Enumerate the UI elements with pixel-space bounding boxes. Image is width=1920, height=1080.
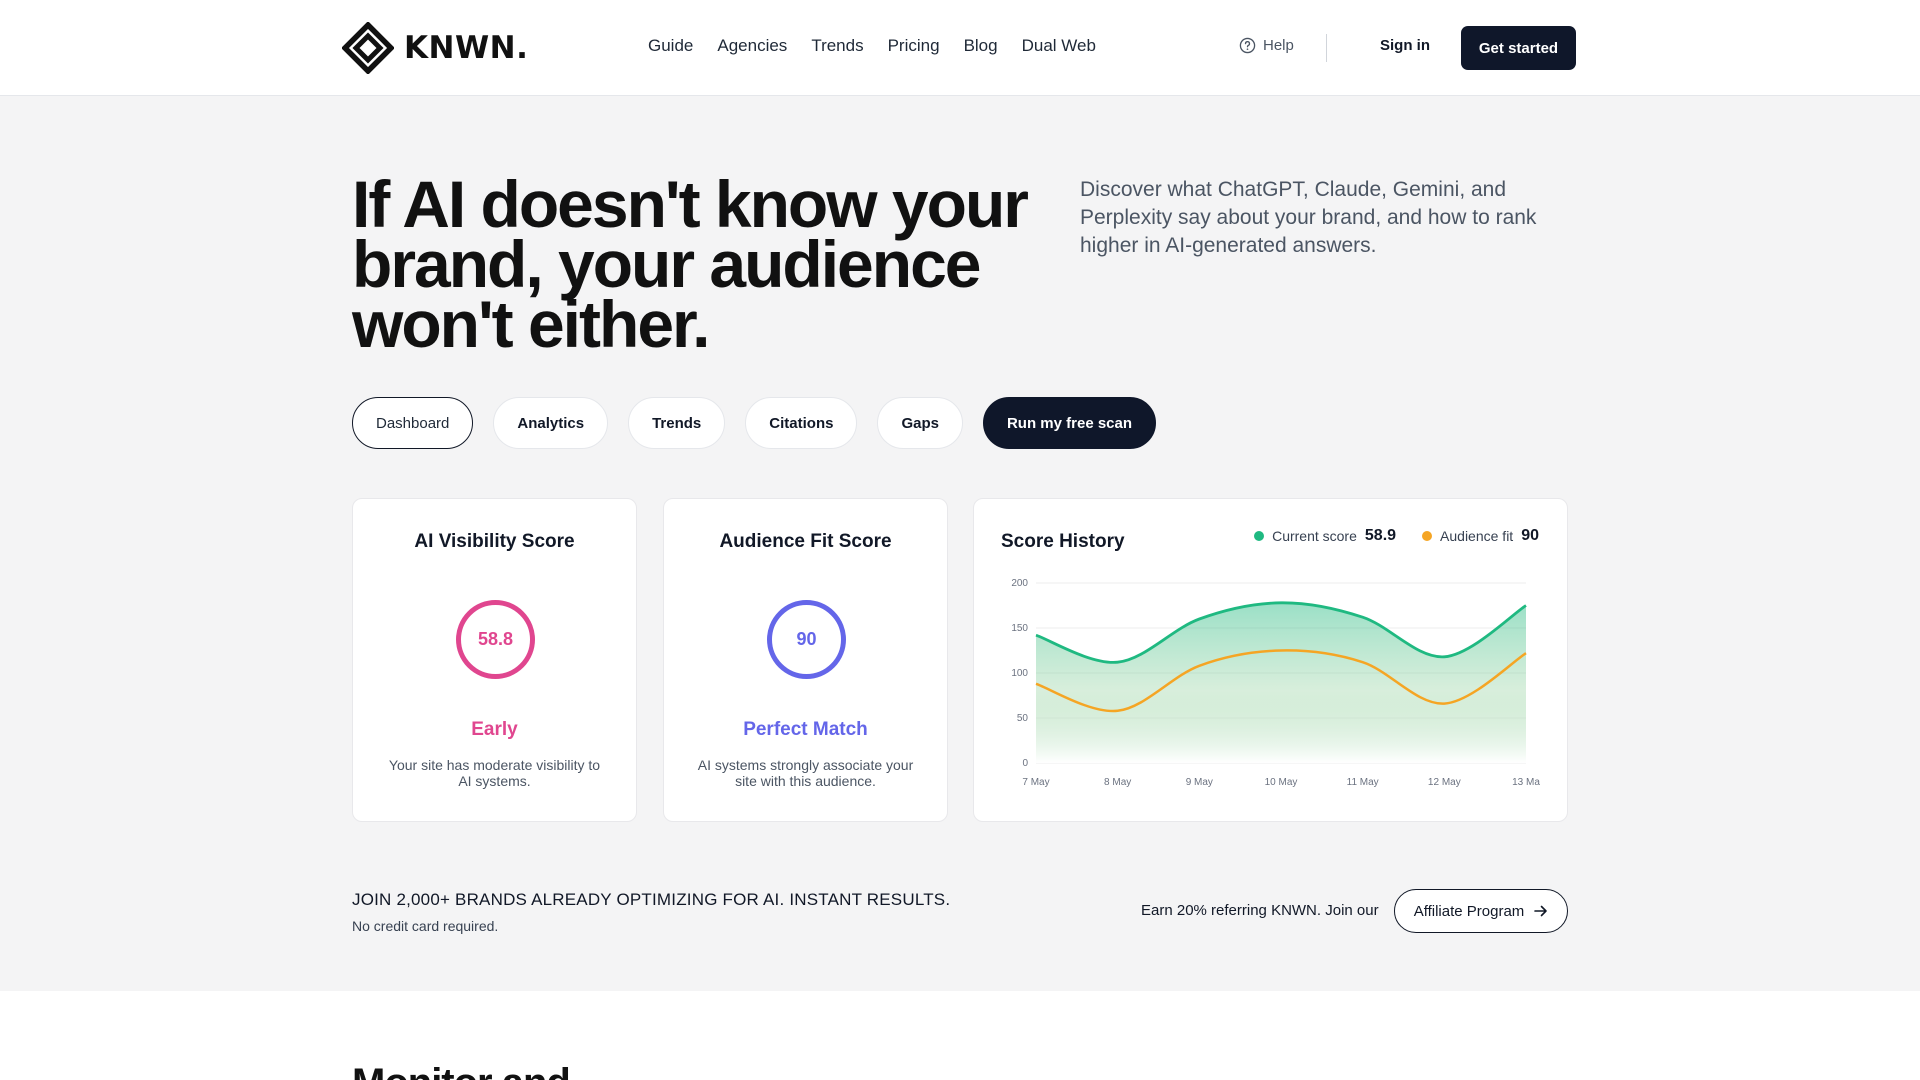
ai-visibility-title: AI Visibility Score <box>414 531 575 552</box>
tab-gaps[interactable]: Gaps <box>877 397 963 449</box>
nav-trends[interactable]: Trends <box>811 36 863 56</box>
join-subtext: No credit card required. <box>352 918 499 934</box>
nav-pricing[interactable]: Pricing <box>888 36 940 56</box>
help-label: Help <box>1263 37 1294 54</box>
get-started-button[interactable]: Get started <box>1461 26 1576 70</box>
site-header: KNWN. Guide Agencies Trends Pricing Blog… <box>0 0 1920 96</box>
score-history-card: Score History Current score 58.9 Audienc… <box>973 498 1568 822</box>
brand-logo[interactable]: KNWN. <box>342 22 528 74</box>
x-tick-label: 7 May <box>1022 777 1049 788</box>
arrow-right-icon <box>1534 905 1548 917</box>
brand-name: KNWN. <box>404 30 529 66</box>
logo-mark-icon <box>342 22 394 74</box>
x-tick-label: 11 May <box>1347 777 1379 788</box>
y-tick-label: 50 <box>1017 713 1029 724</box>
tab-analytics[interactable]: Analytics <box>493 397 609 449</box>
sign-in-link[interactable]: Sign in <box>1380 37 1430 54</box>
visibility-status: Early <box>471 719 518 740</box>
view-tabs: Dashboard Analytics Trends Citations Gap… <box>352 397 1157 449</box>
x-tick-label: 8 May <box>1104 777 1131 788</box>
affiliate-label: Affiliate Program <box>1413 902 1525 920</box>
ai-visibility-card: AI Visibility Score 58.8 Early Your site… <box>352 498 637 822</box>
audience-fit-card: Audience Fit Score 90 Perfect Match AI s… <box>663 498 948 822</box>
next-section: Monitor and <box>0 991 1920 1080</box>
nav-agencies[interactable]: Agencies <box>717 36 787 56</box>
tab-trends[interactable]: Trends <box>628 397 726 449</box>
nav-guide[interactable]: Guide <box>648 36 693 56</box>
hero-title: If AI doesn't know your brand, your audi… <box>352 167 1029 361</box>
audience-fit-title: Audience Fit Score <box>719 531 892 552</box>
y-tick-label: 0 <box>1022 758 1028 769</box>
main-nav: Guide Agencies Trends Pricing Blog Dual … <box>648 36 1096 56</box>
y-tick-label: 150 <box>1011 623 1028 634</box>
next-section-heading: Monitor and <box>352 1061 571 1080</box>
join-headline: JOIN 2,000+ BRANDS ALREADY OPTIMIZING FO… <box>352 890 951 909</box>
run-free-scan-button[interactable]: Run my free scan <box>982 397 1157 449</box>
tab-citations[interactable]: Citations <box>745 397 858 449</box>
nav-blog[interactable]: Blog <box>964 36 998 56</box>
nav-dual-web[interactable]: Dual Web <box>1022 36 1096 56</box>
affiliate-program-button[interactable]: Affiliate Program <box>1394 889 1568 933</box>
earn-referral-text: Earn 20% referring KNWN. Join our <box>1141 902 1379 919</box>
x-tick-label: 12 May <box>1428 777 1461 788</box>
score-history-chart: 0 50 100 150 200 7 May 8 May 9 May 10 May 11 May 1… <box>1011 578 1540 788</box>
visibility-score-value: 58.8 <box>477 629 514 649</box>
help-circle-icon <box>1239 37 1256 54</box>
x-tick-label: 10 May <box>1265 777 1298 788</box>
x-tick-label: 13 Ma <box>1512 777 1540 788</box>
y-tick-label: 200 <box>1011 578 1028 589</box>
audience-status: Perfect Match <box>743 719 868 740</box>
header-divider <box>1326 34 1327 62</box>
audience-score-value: 90 <box>796 629 817 649</box>
y-tick-label: 100 <box>1011 668 1028 679</box>
audience-description: AI systems strongly associate your site … <box>697 757 914 789</box>
tab-dashboard[interactable]: Dashboard <box>352 397 474 449</box>
current-score-area <box>1036 602 1526 763</box>
x-tick-label: 9 May <box>1186 777 1213 788</box>
hero-subtitle: Discover what ChatGPT, Claude, Gemini, a… <box>1080 178 1537 257</box>
help-link[interactable]: Help <box>1239 37 1294 54</box>
visibility-description: Your site has moderate visibility to AI … <box>388 757 601 789</box>
